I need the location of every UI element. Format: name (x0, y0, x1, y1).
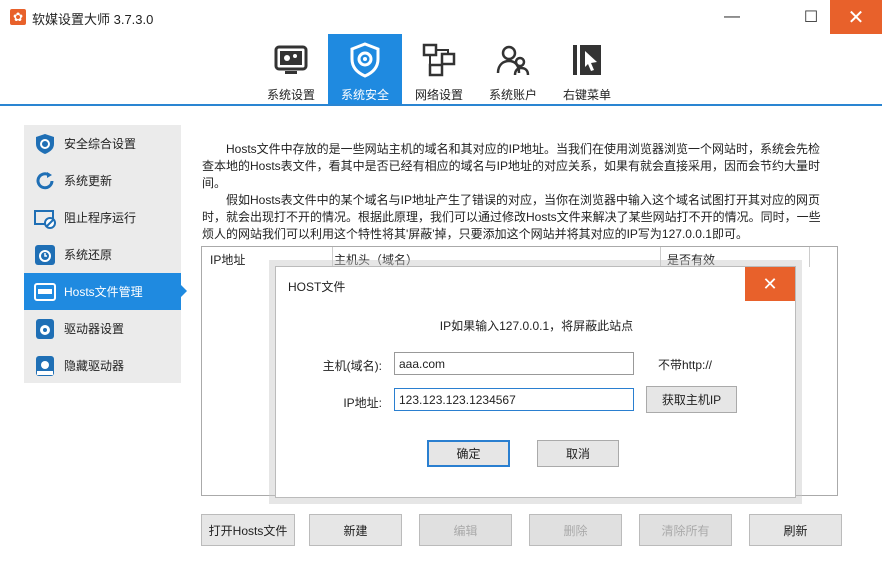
restore-icon (35, 244, 55, 265)
column-divider (809, 247, 810, 267)
shield-icon (350, 42, 380, 78)
refresh-button[interactable]: 刷新 (749, 514, 842, 546)
shield-icon (36, 133, 54, 154)
maximize-button[interactable]: ☐ (791, 0, 831, 34)
host-note: 不带http:// (658, 358, 713, 372)
title-bar: ✿ 软媒设置大师 3.7.3.0 — ☐ ✕ (0, 0, 882, 34)
delete-button[interactable]: 删除 (529, 514, 622, 546)
description-paragraph: 假如Hosts表文件中的某个域名与IP地址产生了错误的对应，当你在浏览器中输入这… (202, 193, 821, 241)
sidebar-item-label: 系统更新 (64, 174, 113, 188)
sidebar: 安全综合设置 系统更新 阻止程序运行 系统还原 Hosts文件管理 驱动器设置 … (24, 125, 187, 384)
refresh-icon (36, 171, 54, 189)
tab-label: 右键菜单 (562, 88, 611, 102)
sidebar-item-label: 隐藏驱动器 (64, 359, 125, 373)
new-button[interactable]: 新建 (309, 514, 402, 546)
tab-context-menu[interactable]: 右键菜单 (550, 34, 624, 104)
tab-network-settings[interactable]: 网络设置 (402, 34, 476, 104)
sidebar-item-drive-settings[interactable]: 驱动器设置 (24, 310, 181, 347)
minimize-button[interactable]: — (712, 0, 752, 34)
hosts-description: Hosts文件中存放的是一些网站主机的域名和其对应的IP地址。当我们在使用浏览器… (202, 141, 830, 243)
hidden-drive-icon (36, 355, 54, 376)
block-program-icon (34, 209, 56, 229)
edit-button[interactable]: 编辑 (419, 514, 512, 546)
tab-label: 网络设置 (414, 88, 463, 102)
sidebar-item-hosts-file[interactable]: Hosts文件管理 (24, 273, 187, 310)
dialog-title: HOST文件 (288, 280, 346, 294)
ip-label: IP地址: (343, 396, 382, 410)
column-divider (332, 247, 333, 267)
ok-button[interactable]: 确定 (427, 440, 510, 467)
tab-system-accounts[interactable]: 系统账户 (476, 34, 550, 104)
sidebar-item-system-restore[interactable]: 系统还原 (24, 236, 181, 273)
ip-input[interactable] (394, 388, 634, 411)
sidebar-item-label: Hosts文件管理 (64, 285, 143, 299)
tab-label: 系统账户 (488, 88, 537, 102)
users-icon (496, 45, 530, 76)
host-label: 主机(域名): (322, 359, 382, 373)
open-hosts-button[interactable]: 打开Hosts文件 (201, 514, 295, 546)
dialog-close-button[interactable]: ✕ (745, 267, 795, 301)
dialog-hint: IP如果输入127.0.0.1，将屏蔽此站点 (439, 319, 634, 333)
sidebar-item-system-update[interactable]: 系统更新 (24, 162, 181, 199)
window-title: 软媒设置大师 3.7.3.0 (32, 12, 154, 27)
app-logo-icon: ✿ (10, 9, 26, 25)
column-divider (660, 247, 661, 267)
tab-system-settings[interactable]: 系统设置 (254, 34, 328, 104)
sidebar-item-label: 安全综合设置 (64, 137, 137, 151)
sidebar-item-block-programs[interactable]: 阻止程序运行 (24, 199, 181, 236)
clear-all-button[interactable]: 清除所有 (639, 514, 732, 546)
column-header-ip[interactable]: IP地址 (210, 251, 245, 268)
sidebar-item-label: 阻止程序运行 (64, 211, 137, 225)
sidebar-item-security-settings[interactable]: 安全综合设置 (24, 125, 181, 162)
host-file-dialog: HOST文件 ✕ IP如果输入127.0.0.1，将屏蔽此站点 主机(域名): … (275, 266, 796, 498)
close-button[interactable]: ✕ (830, 0, 882, 34)
main-toolbar: 系统设置 系统安全 网络设置 系统账户 右键菜单 (0, 34, 882, 106)
drive-icon (36, 318, 54, 339)
gear-screen-icon (274, 45, 308, 74)
tab-system-security[interactable]: 系统安全 (328, 34, 402, 104)
hosts-icon (34, 282, 56, 301)
network-icon (422, 43, 456, 77)
cancel-button[interactable]: 取消 (537, 440, 619, 467)
tab-label: 系统安全 (340, 88, 389, 102)
cursor-menu-icon (573, 45, 601, 75)
host-input[interactable] (394, 352, 634, 375)
description-paragraph: Hosts文件中存放的是一些网站主机的域名和其对应的IP地址。当我们在使用浏览器… (202, 142, 821, 190)
sidebar-item-label: 系统还原 (64, 248, 113, 262)
sidebar-item-label: 驱动器设置 (64, 322, 125, 336)
sidebar-item-hide-drives[interactable]: 隐藏驱动器 (24, 347, 181, 384)
tab-label: 系统设置 (266, 88, 315, 102)
get-host-ip-button[interactable]: 获取主机IP (646, 386, 737, 413)
